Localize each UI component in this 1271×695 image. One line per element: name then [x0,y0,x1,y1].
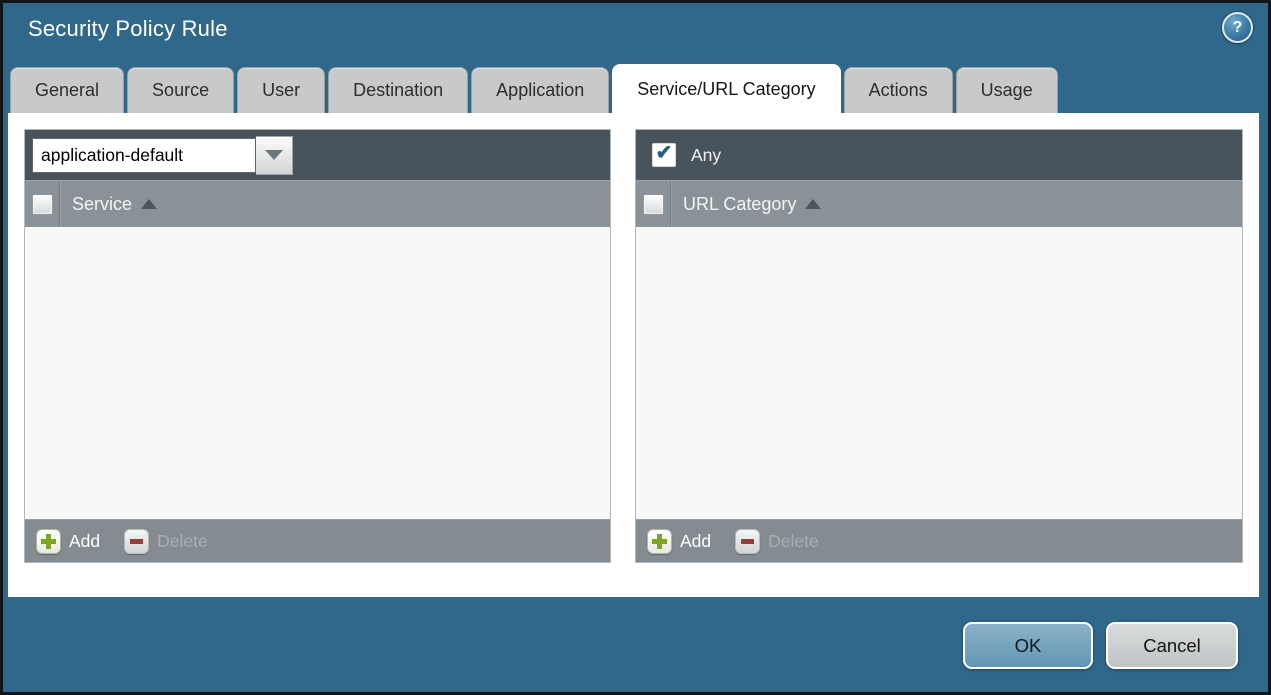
any-label: Any [691,144,722,165]
url-category-select-all-checkbox[interactable] [636,181,671,227]
service-column-label: Service [72,193,133,214]
url-category-any-checkbox[interactable]: ✔ Any [643,143,721,167]
service-type-dropdown[interactable]: application-default [32,135,293,175]
tab-general[interactable]: General [10,67,125,113]
sort-ascending-icon [805,199,822,209]
service-select-all-checkbox[interactable] [25,181,60,227]
cancel-button[interactable]: Cancel [1106,622,1238,669]
service-panel: application-default Service Add Delete [24,129,611,563]
service-delete-label: Delete [157,530,208,551]
url-category-delete-button[interactable]: Delete [735,528,819,554]
minus-icon [735,528,761,554]
tab-service-url-category[interactable]: Service/URL Category [612,64,841,113]
service-list[interactable] [25,227,610,519]
checkbox-unchecked-icon [642,193,664,215]
sort-ascending-icon [141,199,158,209]
plus-icon [647,528,672,554]
service-panel-footer: Add Delete [25,519,610,562]
url-category-panel-footer: Add Delete [636,519,1242,562]
url-category-panel-toolbar: ✔ Any [636,130,1242,180]
tab-actions[interactable]: Actions [843,67,953,113]
service-type-dropdown-value[interactable]: application-default [32,137,256,173]
checkbox-unchecked-icon [31,193,53,215]
checkbox-checked-icon: ✔ [652,143,676,167]
tab-content-area: application-default Service Add Delete ✔… [8,113,1259,597]
minus-icon [124,528,150,554]
tab-application[interactable]: Application [471,67,610,113]
service-table-header: Service [25,180,610,227]
service-panel-toolbar: application-default [25,130,610,180]
url-category-delete-label: Delete [768,530,819,551]
ok-button[interactable]: OK [963,622,1093,669]
url-category-panel: ✔ Any URL Category Add Delete [635,129,1243,563]
plus-icon [36,528,61,554]
url-category-column-header[interactable]: URL Category [683,193,822,215]
service-add-label: Add [69,530,101,551]
tab-bar: General Source User Destination Applicat… [10,64,1058,113]
service-column-header[interactable]: Service [72,193,158,215]
help-icon[interactable]: ? [1222,12,1253,43]
service-add-button[interactable]: Add [36,528,101,554]
url-category-column-label: URL Category [683,193,797,214]
tab-destination[interactable]: Destination [328,67,469,113]
tab-usage[interactable]: Usage [955,67,1058,113]
url-category-add-button[interactable]: Add [647,528,712,554]
url-category-add-label: Add [680,530,712,551]
url-category-list[interactable] [636,227,1242,519]
service-delete-button[interactable]: Delete [124,528,208,554]
url-category-table-header: URL Category [636,180,1242,227]
security-policy-rule-dialog: Security Policy Rule ? General Source Us… [0,0,1271,695]
tab-user[interactable]: User [237,67,326,113]
tab-source[interactable]: Source [127,67,235,113]
chevron-down-icon[interactable] [256,135,293,175]
dialog-title: Security Policy Rule [28,16,228,41]
